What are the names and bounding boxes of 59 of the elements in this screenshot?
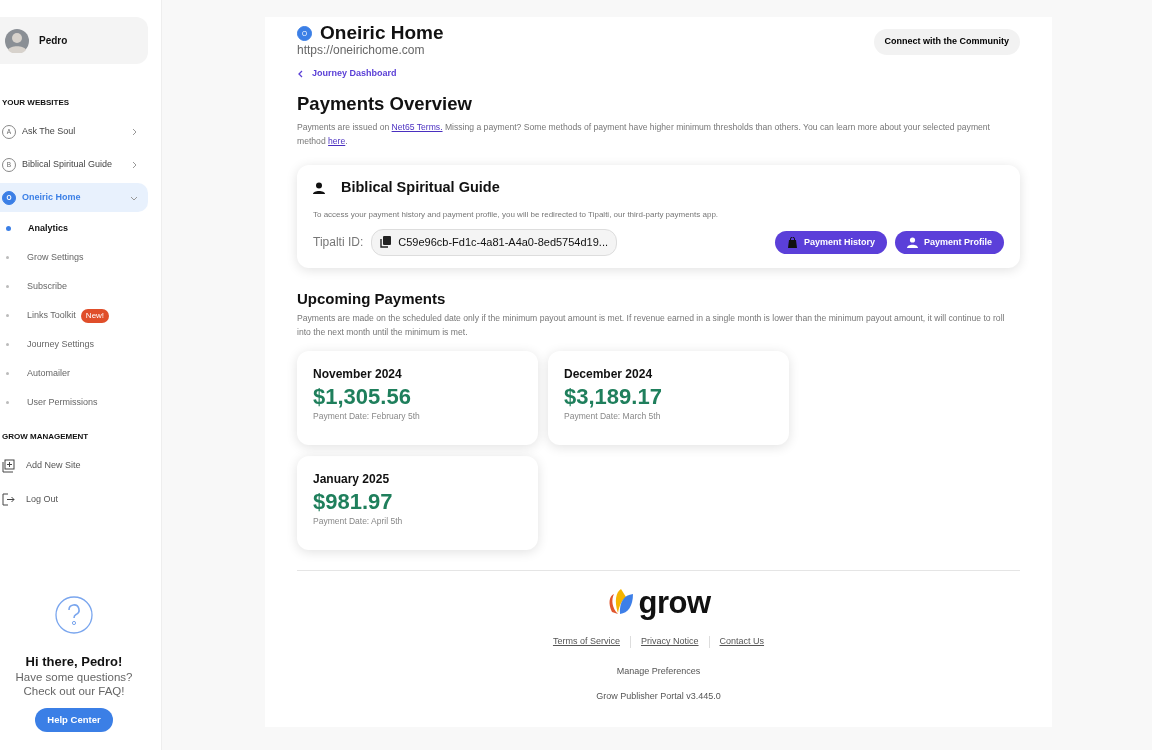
footer-link[interactable]: Privacy Notice — [631, 635, 709, 649]
nav-item[interactable]: User Permissions — [0, 388, 148, 417]
menu-item[interactable]: Add New Site — [0, 449, 148, 483]
payment-date: Payment Date: February 5th — [313, 410, 421, 424]
payment-amount: $3,189.17 — [564, 382, 663, 411]
site-url: https://oneirichome.com — [297, 43, 426, 58]
payment-month: November 2024 — [313, 365, 403, 383]
person-icon — [906, 236, 918, 248]
help-text: Check out our FAQ! — [23, 684, 125, 699]
nav-item[interactable]: Automailer — [0, 359, 148, 388]
user-name: Pedro — [39, 34, 68, 48]
site-title: Oneiric Home — [320, 23, 444, 44]
avatar — [5, 28, 29, 53]
manage-preferences-link[interactable]: Manage Preferences — [297, 664, 1020, 679]
card-note: To access your payment history and payment profile, you will be redirected to Tipalti, our third-party payments app. — [313, 209, 720, 222]
payment-history-button[interactable]: Payment History — [774, 230, 887, 255]
payment-amount: $981.97 — [313, 487, 394, 516]
nav-item[interactable]: Grow Settings — [0, 243, 148, 272]
chevron-left-icon — [297, 69, 304, 78]
add-site-icon — [2, 459, 16, 473]
bag-icon — [786, 236, 798, 248]
user-card[interactable]: Pedro — [0, 17, 148, 64]
brand-name: grow — [638, 586, 711, 618]
back-link[interactable]: Journey Dashboard — [297, 67, 397, 81]
id-field[interactable]: C59e96cb-Fd1c-4a81-A4a0-8ed5754d19... — [371, 229, 617, 256]
section-heading: Upcoming Payments — [297, 289, 447, 308]
section-heading: GROW MANAGEMENT — [2, 431, 90, 443]
version-text: Grow Publisher Portal v3.445.0 — [595, 690, 722, 704]
nav-item[interactable]: Journey Settings — [0, 330, 148, 359]
intro-text: Payments are issued on Net65 Terms. Missing a payment? Some methods of payment have higher minimum thresholds than others. You can learn more about your selected payment method here. — [297, 121, 991, 149]
copy-icon — [380, 236, 393, 249]
footer-link[interactable]: Contact Us — [709, 635, 775, 649]
help-center-button[interactable]: Help Center — [35, 707, 113, 732]
section-heading: YOUR WEBSITES — [2, 97, 71, 109]
question-icon — [55, 595, 93, 634]
text-link[interactable]: Net65 Terms. — [391, 122, 443, 132]
payment-profile-button[interactable]: Payment Profile — [894, 230, 1004, 255]
nav-item[interactable]: Analytics — [0, 214, 148, 243]
nav-item[interactable]: Links Toolkit New! — [0, 301, 148, 330]
section-note: Payments are made on the scheduled date only if the minimum payout amount is met. If revenue earned in a single month is lower than the minimum payout amount, it will continue to roll into the next month until the minimum is met. — [297, 311, 1006, 339]
id-label: Tipalti ID: — [313, 234, 364, 252]
payment-date: Payment Date: March 5th — [564, 410, 662, 424]
community-button[interactable]: Connect with the Community — [873, 29, 1020, 55]
page-heading: Payments Overview — [297, 92, 473, 115]
payment-month: January 2025 — [313, 470, 391, 488]
help-title: Hi there, Pedro! — [25, 652, 123, 671]
help-text: Have some questions? — [15, 671, 133, 685]
person-icon — [313, 182, 325, 195]
chevron-right-icon — [130, 127, 138, 136]
logout-icon — [2, 493, 16, 507]
menu-item[interactable]: Log Out — [0, 483, 148, 517]
card-title: Biblical Spiritual Guide — [341, 178, 500, 198]
payment-amount: $1,305.56 — [313, 382, 412, 411]
payment-month: December 2024 — [564, 365, 654, 383]
payment-date: Payment Date: April 5th — [313, 515, 404, 529]
nav-item[interactable]: Subscribe — [0, 272, 148, 301]
footer-link[interactable]: Terms of Service — [542, 635, 630, 649]
new-badge: New! — [80, 308, 110, 323]
chevron-right-icon — [130, 160, 138, 169]
